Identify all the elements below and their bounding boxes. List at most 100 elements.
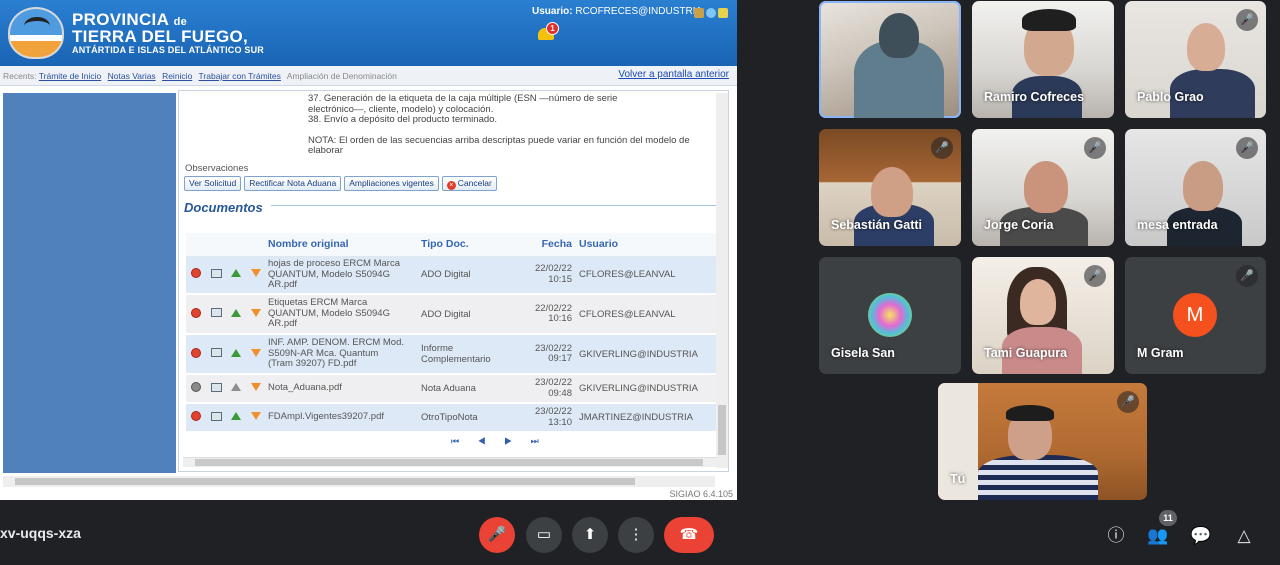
document-icon[interactable] <box>210 382 222 392</box>
table-row[interactable]: Etiquetas ERCM Marca QUANTUM, Modelo S509… <box>186 294 716 335</box>
table-row[interactable]: Nota_Aduana.pdf Nota Aduana 23/02/22 09:4… <box>186 374 716 404</box>
folder-icon[interactable] <box>718 8 728 18</box>
delete-icon[interactable] <box>191 382 201 392</box>
col-tipo[interactable]: Tipo Doc. <box>418 233 522 257</box>
edit-icon[interactable] <box>694 8 704 18</box>
process-steps-text: 37. Generación de la etiqueta de la caja… <box>308 93 690 156</box>
document-icon[interactable] <box>210 411 222 421</box>
end-call-icon: ☎ <box>679 526 699 543</box>
download-icon[interactable] <box>251 308 261 317</box>
nav-link-tramite-inicio[interactable]: Trámite de Inicio <box>39 71 102 81</box>
table-row[interactable]: INF. AMP. DENOM. ERCM Mod. S509N-AR Mca. … <box>186 334 716 375</box>
mic-off-icon: 🎤 <box>487 526 507 543</box>
document-icon[interactable] <box>210 348 222 357</box>
mic-off-icon: 🎤 <box>1236 9 1258 31</box>
document-icon[interactable] <box>210 268 222 278</box>
upload-icon[interactable] <box>231 348 241 357</box>
participant-avatar: M <box>1173 293 1217 337</box>
participant-tile-self[interactable]: 🎤 Tú <box>938 383 1147 500</box>
participant-name: Tami Guapura <box>984 346 1068 360</box>
outer-horizontal-scrollbar[interactable] <box>3 476 715 487</box>
mic-off-icon: 🎤 <box>1084 137 1106 159</box>
download-icon[interactable] <box>251 383 261 391</box>
nav-link-notas-varias[interactable]: Notas Varias <box>108 71 156 81</box>
participant-tile-presenter[interactable] <box>819 1 961 118</box>
participant-tile-tami[interactable]: 🎤 Tami Guapura <box>972 257 1114 374</box>
end-call-button[interactable]: ☎ <box>664 517 714 553</box>
chat-button[interactable]: 💬 <box>1188 523 1214 549</box>
notification-bell-icon[interactable]: 1 <box>537 22 559 42</box>
download-icon[interactable] <box>251 269 261 278</box>
left-sidebar-panel <box>3 93 176 473</box>
shared-screen: PROVINCIA de TIERRA DEL FUEGO, ANTÁRTIDA… <box>0 0 737 500</box>
participant-name: Pablo Grao <box>1137 90 1204 104</box>
participant-name: mesa entrada <box>1137 218 1218 232</box>
delete-icon[interactable] <box>191 307 201 318</box>
mic-toggle-button[interactable]: 🎤 <box>479 517 515 553</box>
participant-name: Tú <box>950 472 966 486</box>
participant-name: M Gram <box>1137 346 1184 360</box>
people-button[interactable]: 👥 <box>1145 523 1171 549</box>
upload-icon[interactable] <box>231 383 241 391</box>
participant-count-badge: 11 <box>1159 510 1177 526</box>
present-button[interactable]: ⬆ <box>572 517 608 553</box>
participant-tile-gisela[interactable]: Gisela San <box>819 257 961 374</box>
ampliaciones-vigentes-button[interactable]: Ampliaciones vigentes <box>344 176 439 191</box>
nav-link-reinicio[interactable]: Reinicio <box>162 71 192 81</box>
meeting-code: xv-uqqs-xza <box>0 525 81 541</box>
col-fecha[interactable]: Fecha <box>522 233 576 257</box>
col-nombre[interactable]: Nombre original <box>266 233 418 257</box>
upload-icon[interactable] <box>231 269 241 278</box>
participant-tile-ramiro[interactable]: Ramiro Cofreces <box>972 1 1114 118</box>
participant-tile-jorge[interactable]: 🎤 Jorge Coria <box>972 129 1114 246</box>
info-icon: ⓘ <box>1107 526 1125 545</box>
more-vert-icon: ⋮ <box>628 526 644 543</box>
user-tools[interactable] <box>694 5 734 18</box>
camera-icon: ▭ <box>536 526 552 543</box>
upload-icon[interactable] <box>231 308 241 317</box>
user-info: Usuario: RCOFRECES@INDUSTRIA <box>532 6 703 17</box>
nav-current: Ampliación de Denominación <box>286 71 397 81</box>
notification-badge: 1 <box>546 22 559 35</box>
activities-icon: △ <box>1237 526 1251 545</box>
col-usuario[interactable]: Usuario <box>576 233 716 257</box>
participant-tile-mesa-entrada[interactable]: 🎤 mesa entrada <box>1125 129 1266 246</box>
table-pager[interactable]: ⏮ ◀ ▶ ⏭ <box>451 436 547 447</box>
document-icon[interactable] <box>210 308 222 317</box>
refresh-icon[interactable] <box>706 8 716 18</box>
participant-name: Ramiro Cofreces <box>984 90 1085 104</box>
cancel-icon: × <box>446 181 456 190</box>
mic-off-icon: 🎤 <box>931 137 953 159</box>
activities-button[interactable]: △ <box>1231 523 1257 549</box>
mic-off-icon: 🎤 <box>1084 265 1106 287</box>
province-subtitle: ANTÁRTIDA E ISLAS DEL ATLÁNTICO SUR <box>72 45 264 55</box>
cancelar-button[interactable]: × Cancelar <box>441 176 497 191</box>
table-row[interactable]: FDAmpl.Vigentes39207.pdf OtroTipoNota 23… <box>186 403 716 433</box>
nav-link-trabajar-tramites[interactable]: Trabajar con Trámites <box>199 71 281 81</box>
chat-icon: 💬 <box>1190 526 1212 545</box>
participant-tile-pablo[interactable]: 🎤 Pablo Grao <box>1125 1 1266 118</box>
download-icon[interactable] <box>251 348 261 357</box>
meet-window: PROVINCIA de TIERRA DEL FUEGO, ANTÁRTIDA… <box>0 0 1280 565</box>
vertical-scrollbar[interactable] <box>716 93 728 468</box>
upload-icon[interactable] <box>231 412 241 420</box>
delete-icon[interactable] <box>191 268 201 279</box>
participant-tile-sebastian[interactable]: 🎤 Sebastián Gatti <box>819 129 961 246</box>
inner-horizontal-scrollbar[interactable] <box>183 457 716 467</box>
delete-icon[interactable] <box>191 347 201 358</box>
participant-tile-m-gram[interactable]: M 🎤 M Gram <box>1125 257 1266 374</box>
breadcrumb: Recents: Trámite de Inicio Notas Varias … <box>0 66 737 86</box>
delete-icon[interactable] <box>191 411 201 421</box>
participant-avatar <box>868 293 912 337</box>
province-crest-logo <box>8 7 64 59</box>
table-row[interactable]: hojas de proceso ERCM Marca QUANTUM, Mode… <box>186 256 716 295</box>
rectificar-nota-button[interactable]: Rectificar Nota Aduana <box>244 176 342 191</box>
app-version: SIGIAO 6.4.105 <box>669 489 733 499</box>
back-link[interactable]: Volver a pantalla anterior <box>618 69 729 80</box>
download-icon[interactable] <box>251 412 261 420</box>
camera-toggle-button[interactable]: ▭ <box>526 517 562 553</box>
documents-table: Nombre original Tipo Doc. Fecha Usuario … <box>186 233 716 433</box>
ver-solicitud-button[interactable]: Ver Solicitud <box>184 176 242 191</box>
more-options-button[interactable]: ⋮ <box>618 517 654 553</box>
info-button[interactable]: ⓘ <box>1103 523 1129 549</box>
